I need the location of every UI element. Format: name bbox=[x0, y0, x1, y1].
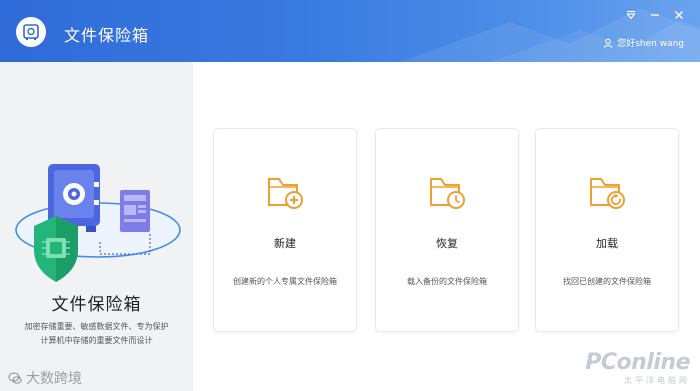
app-window: 文件保险箱 您好shen wang 文件保险箱 加密存储重要、敏感数据文件、专为… bbox=[0, 0, 700, 391]
user-area[interactable]: 您好shen wang bbox=[603, 36, 684, 49]
restore-safe-title: 恢复 bbox=[436, 237, 458, 250]
watermark-right-sub: 太平洋电脑网 bbox=[624, 376, 690, 385]
folder-clock-icon bbox=[430, 178, 465, 209]
folder-reload-icon bbox=[590, 178, 625, 209]
close-button[interactable] bbox=[672, 8, 686, 22]
app-title: 文件保险箱 bbox=[64, 26, 150, 45]
left-panel: 文件保险箱 加密存储重要、敏感数据文件、专为保护 计算机中存储的重要文件而设计 bbox=[0, 62, 193, 391]
watermark-left: 大数跨境 bbox=[8, 368, 82, 388]
watermark-right-main: PConline bbox=[585, 350, 690, 375]
load-safe-card[interactable]: 加载 找回已创建的文件保险箱 bbox=[535, 128, 679, 332]
minimize-icon bbox=[651, 14, 659, 16]
left-panel-description: 加密存储重要、敏感数据文件、专为保护 计算机中存储的重要文件而设计 bbox=[0, 320, 193, 348]
dropdown-menu-icon bbox=[626, 10, 636, 20]
window-controls bbox=[624, 8, 686, 22]
left-panel-title: 文件保险箱 bbox=[51, 295, 142, 315]
wechat-icon bbox=[8, 372, 22, 384]
new-safe-card[interactable]: 新建 创建新的个人专属文件保险箱 bbox=[213, 128, 357, 332]
new-safe-title: 新建 bbox=[274, 237, 296, 250]
safe-icon bbox=[23, 24, 39, 40]
load-safe-title: 加载 bbox=[596, 237, 618, 250]
load-safe-description: 找回已创建的文件保险箱 bbox=[563, 277, 651, 286]
description-line-2: 计算机中存储的重要文件而设计 bbox=[40, 336, 153, 345]
restore-safe-card[interactable]: 恢复 载入备份的文件保险箱 bbox=[375, 128, 519, 332]
user-icon bbox=[603, 38, 613, 48]
new-safe-description: 创建新的个人专属文件保险箱 bbox=[233, 277, 337, 286]
folder-add-icon bbox=[268, 178, 303, 209]
main-area: 新建 创建新的个人专属文件保险箱 恢复 载入备份的文件保险箱 加载 找回已创建的… bbox=[193, 62, 700, 391]
minimize-button[interactable] bbox=[648, 8, 662, 22]
description-line-1: 加密存储重要、敏感数据文件、专为保护 bbox=[24, 322, 169, 331]
safe-illustration bbox=[15, 164, 181, 282]
close-icon bbox=[675, 11, 683, 19]
user-greeting: 您好shen wang bbox=[617, 39, 684, 49]
watermark-right: PConline 太平洋电脑网 bbox=[585, 350, 690, 386]
restore-safe-description: 载入备份的文件保险箱 bbox=[407, 277, 487, 286]
watermark-left-text: 大数跨境 bbox=[26, 371, 82, 387]
dropdown-menu-button[interactable] bbox=[624, 8, 638, 22]
title-bar[interactable]: 文件保险箱 您好shen wang bbox=[0, 0, 700, 62]
app-logo bbox=[16, 17, 46, 47]
